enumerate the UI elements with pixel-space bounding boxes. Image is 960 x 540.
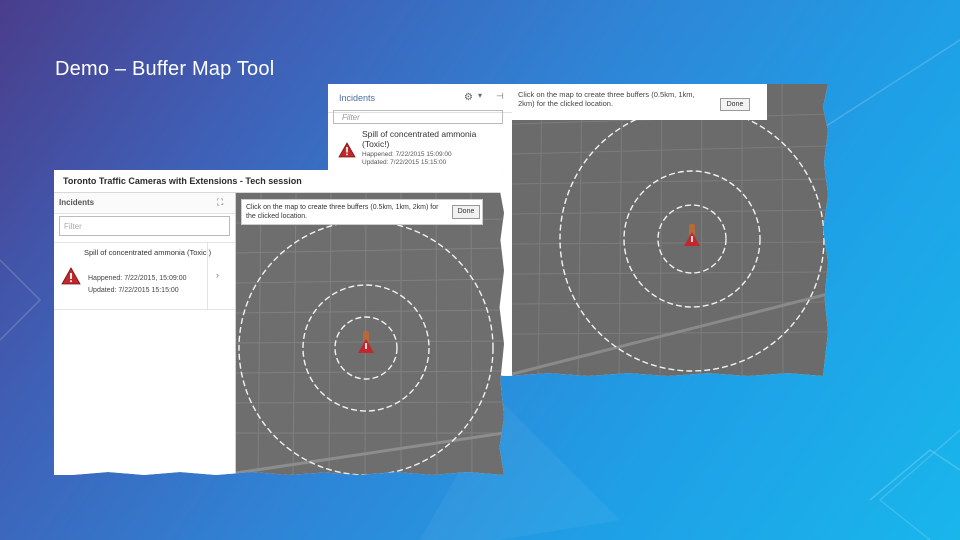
map-instruction-bar: Click on the map to create three buffers… xyxy=(512,84,767,120)
warning-triangle-icon xyxy=(61,267,81,285)
incident-marker-icon[interactable] xyxy=(682,224,702,248)
map-view[interactable]: Click on the map to create three buffers… xyxy=(512,84,828,376)
street-network xyxy=(512,84,828,376)
panel-title: Incidents xyxy=(59,198,95,207)
list-item[interactable]: Spill of concentrated ammonia (Toxic!) H… xyxy=(54,242,235,310)
pin-icon[interactable]: ⊣ xyxy=(496,91,504,102)
slide-title: Demo – Buffer Map Tool xyxy=(55,58,275,80)
incident-happened: Happened: 7/22/2015, 15:09:00 xyxy=(88,275,187,282)
gear-icon[interactable]: ⚙ xyxy=(464,92,473,103)
chevron-right-icon[interactable]: › xyxy=(216,270,219,280)
caret-down-icon[interactable]: ▾ xyxy=(478,91,482,100)
divider xyxy=(207,243,208,309)
panel-header: Incidents ⛶ xyxy=(54,193,235,214)
incident-happened: Happened: 7/22/2015 15:09:00 xyxy=(362,151,452,158)
panel-title: Incidents xyxy=(339,93,376,103)
map-instruction-text: Click on the map to create three buffers… xyxy=(518,90,695,108)
done-button[interactable]: Done xyxy=(452,205,480,219)
map-instruction-popup: Click on the map to create three buffers… xyxy=(241,199,483,225)
incident-meta: Happened: 7/22/2015 15:09:00 Updated: 7/… xyxy=(362,151,452,167)
window-titlebar: Toronto Traffic Cameras with Extensions … xyxy=(54,170,504,193)
incident-marker-icon[interactable] xyxy=(356,331,376,355)
done-button[interactable]: Done xyxy=(720,98,750,111)
incidents-panel: Incidents ⛶ Filter Spill of concentrated… xyxy=(54,193,236,475)
warning-triangle-icon xyxy=(338,142,356,158)
map-instruction-text: Click on the map to create three buffers… xyxy=(246,204,439,220)
incident-updated: Updated: 7/22/2015 15:15:00 xyxy=(362,159,447,166)
incident-meta: Happened: 7/22/2015, 15:09:00 Updated: 7… xyxy=(88,273,186,297)
filter-input[interactable]: Filter xyxy=(59,216,230,236)
panel-header: Incidents ⚙ ▾ ⊣ xyxy=(328,84,512,113)
incident-updated: Updated: 7/22/2015 15:15:00 xyxy=(88,287,179,294)
filter-input[interactable]: Filter xyxy=(333,110,503,124)
incident-title[interactable]: Spill of concentrated ammonia (Toxic!) xyxy=(362,129,502,149)
window-title: Toronto Traffic Cameras with Extensions … xyxy=(63,176,302,186)
expand-icon[interactable]: ⛶ xyxy=(217,197,223,208)
incident-title: Spill of concentrated ammonia (Toxic!) xyxy=(84,248,212,257)
map-view[interactable]: Click on the map to create three buffers… xyxy=(236,193,504,475)
screenshot-front: Toronto Traffic Cameras with Extensions … xyxy=(54,170,504,475)
